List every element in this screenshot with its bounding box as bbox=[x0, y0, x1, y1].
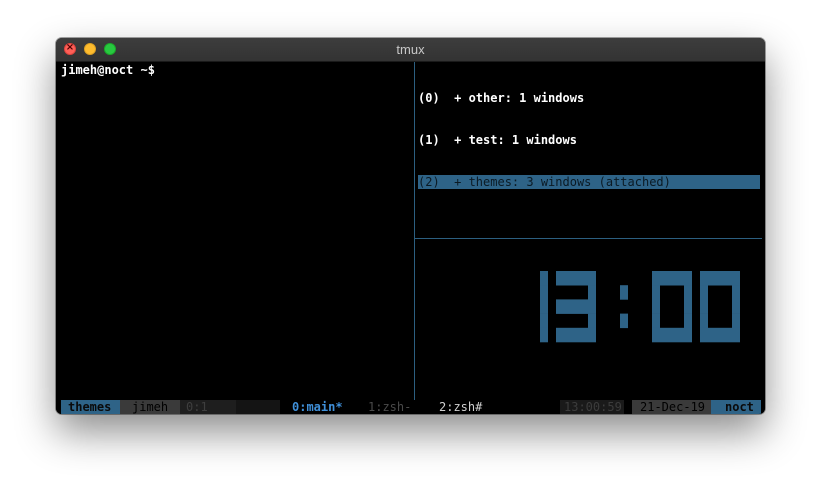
clock-digit bbox=[652, 271, 692, 343]
status-window[interactable]: 1:zsh- bbox=[368, 400, 411, 414]
clock-pixel bbox=[572, 299, 580, 314]
clock-pixel bbox=[588, 327, 596, 343]
clock-pixel bbox=[580, 271, 588, 286]
clock-pixel bbox=[540, 327, 548, 343]
clock-pixel bbox=[708, 327, 716, 343]
clock-pixel bbox=[580, 299, 588, 314]
clock-pixel bbox=[588, 271, 596, 286]
clock-pixel bbox=[700, 313, 708, 329]
clock-pixel bbox=[676, 271, 684, 286]
clock-pixel bbox=[732, 313, 740, 329]
clock-pixel bbox=[620, 285, 628, 300]
clock-pixel bbox=[652, 313, 660, 329]
clock-pixel bbox=[684, 327, 692, 343]
clock-pixel bbox=[700, 271, 708, 286]
clock-pixel bbox=[700, 285, 708, 300]
terminal-window: × tmux jimeh@noct ~$ (0) + other: 1 wind… bbox=[56, 38, 765, 414]
clock-pixel bbox=[684, 313, 692, 329]
status-window[interactable]: 2:zsh# bbox=[439, 400, 482, 414]
clock-pixel bbox=[724, 271, 732, 286]
status-bar: themes jimeh 0:1 0:main* 1:zsh- 2:zsh# 1… bbox=[56, 400, 765, 414]
clock-pixel bbox=[732, 299, 740, 314]
clock-pixel bbox=[556, 299, 564, 314]
status-date: 21-Dec-19 bbox=[632, 400, 711, 414]
window-title: tmux bbox=[396, 42, 425, 57]
clock-pixel bbox=[572, 327, 580, 343]
clock-pixel bbox=[684, 285, 692, 300]
clock-pixel bbox=[684, 271, 692, 286]
clock-pixel bbox=[668, 271, 676, 286]
clock-pixel bbox=[540, 313, 548, 329]
clock-pixel bbox=[564, 327, 572, 343]
clock-pixel bbox=[572, 271, 580, 286]
clock-pixel bbox=[708, 271, 716, 286]
clock-pixel bbox=[588, 285, 596, 300]
clock-pixel bbox=[716, 327, 724, 343]
clock-digits bbox=[540, 271, 740, 343]
clock-pixel bbox=[660, 271, 668, 286]
clock-pixel bbox=[652, 285, 660, 300]
clock-pixel bbox=[700, 299, 708, 314]
pane-divider-horizontal[interactable] bbox=[415, 238, 762, 239]
clock-pixel bbox=[732, 271, 740, 286]
clock-digit bbox=[556, 271, 596, 343]
status-hostname: noct bbox=[711, 400, 761, 414]
status-user: jimeh bbox=[120, 400, 180, 414]
status-spacer bbox=[236, 400, 280, 414]
pane-divider-vertical[interactable] bbox=[414, 62, 415, 400]
title-bar: × tmux bbox=[56, 38, 765, 62]
session-row-selected[interactable]: (2) + themes: 3 windows (attached) bbox=[418, 175, 760, 189]
clock-digit bbox=[540, 271, 548, 343]
clock-pixel bbox=[556, 327, 564, 343]
clock-pixel bbox=[716, 271, 724, 286]
tmux-client[interactable]: jimeh@noct ~$ (0) + other: 1 windows (1)… bbox=[56, 62, 765, 414]
clock-pixel bbox=[580, 327, 588, 343]
shell-prompt[interactable]: jimeh@noct ~$ bbox=[61, 63, 155, 77]
clock-pixel bbox=[700, 327, 708, 343]
clock-pixel bbox=[684, 299, 692, 314]
clock-pixel bbox=[652, 299, 660, 314]
clock-pixel bbox=[588, 313, 596, 329]
session-row[interactable]: (1) + test: 1 windows bbox=[418, 133, 760, 147]
clock-pixel bbox=[588, 299, 596, 314]
status-session-name: themes bbox=[61, 400, 120, 414]
clock-pixel bbox=[660, 327, 668, 343]
clock-pixel bbox=[724, 327, 732, 343]
session-row[interactable]: (0) + other: 1 windows bbox=[418, 91, 760, 105]
clock-pixel bbox=[564, 299, 572, 314]
clock-pixel bbox=[732, 327, 740, 343]
status-time: 13:00:59 bbox=[560, 400, 624, 414]
status-pane-index: 0:1 bbox=[180, 400, 236, 414]
status-window-current[interactable]: 0:main* bbox=[292, 400, 343, 414]
clock-pixel bbox=[540, 299, 548, 314]
clock-pixel bbox=[564, 271, 572, 286]
clock-pixel bbox=[652, 327, 660, 343]
clock-pixel bbox=[732, 285, 740, 300]
clock-pixel bbox=[556, 271, 564, 286]
clock-digit bbox=[700, 271, 740, 343]
clock-pixel bbox=[620, 313, 628, 329]
clock-pixel bbox=[668, 327, 676, 343]
clock-colon bbox=[620, 285, 628, 329]
clock-pixel bbox=[652, 271, 660, 286]
session-chooser[interactable]: (0) + other: 1 windows (1) + test: 1 win… bbox=[418, 63, 760, 217]
clock-pixel bbox=[676, 327, 684, 343]
clock-mode-display bbox=[508, 271, 741, 347]
clock-pixel bbox=[540, 271, 548, 286]
clock-pixel bbox=[540, 285, 548, 300]
